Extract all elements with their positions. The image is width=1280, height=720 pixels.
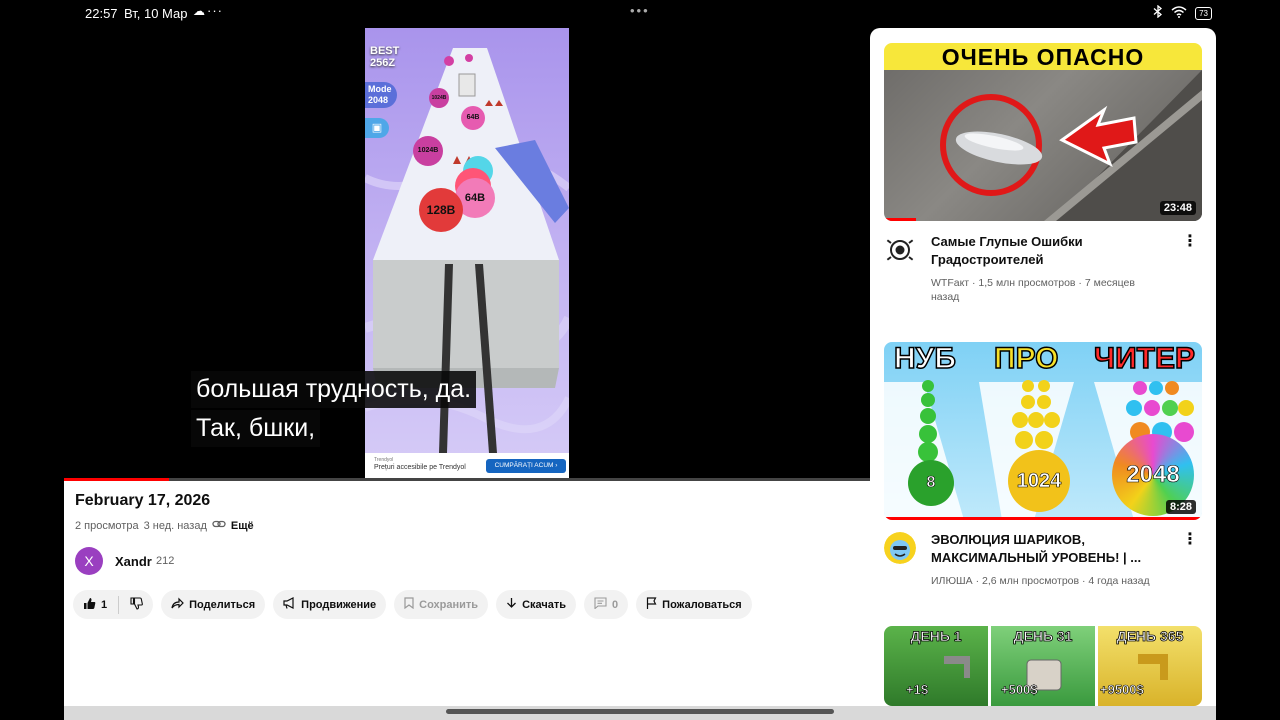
- video-player[interactable]: BEST 256Z Mode 2048 ▣ 1024B 64B 1024B 64…: [64, 28, 870, 480]
- promote-label: Продвижение: [301, 598, 377, 611]
- report-label: Пожаловаться: [662, 598, 742, 611]
- ad-text: Prețuri accesibile pe Trendyol: [374, 464, 466, 471]
- share-icon: [171, 597, 184, 612]
- thumbnail-ball: 8: [908, 460, 954, 506]
- bluetooth-icon: [1153, 4, 1163, 21]
- more-vert-icon[interactable]: ⋮: [1182, 532, 1198, 548]
- mode-badge: Mode 2048: [365, 82, 397, 108]
- channel-avatar[interactable]: X: [75, 547, 103, 575]
- ad-brand: Trendyol: [374, 457, 394, 463]
- link-icon: [212, 519, 226, 532]
- battery-icon: 73: [1195, 6, 1212, 20]
- dislike-icon[interactable]: [130, 596, 144, 613]
- recommended-title[interactable]: ЭВОЛЮЦИЯ ШАРИКОВ, МАКСИМАЛЬНЫЙ УРОВЕНЬ! …: [931, 531, 1156, 567]
- recommended-video[interactable]: НУБ ПРО ЧИТЕР 8 1024 2048 8:28 ЭВОЛЮЦИЯ …: [884, 342, 1202, 602]
- home-indicator[interactable]: [446, 709, 834, 714]
- video-thumbnail[interactable]: НУБ ПРО ЧИТЕР 8 1024 2048 8:28: [884, 342, 1202, 520]
- wifi-icon: [1171, 5, 1187, 21]
- game-ball: 128B: [419, 188, 463, 232]
- thumbnail-word: ЧИТЕР: [1093, 342, 1196, 376]
- thumbnail-panel: ДЕНЬ 365 +9500$: [1098, 626, 1202, 706]
- view-count: 2 просмотра: [75, 519, 139, 532]
- cloud-icon: ☁: [193, 4, 205, 18]
- video-details: February 17, 2026 2 просмотра 3 нед. наз…: [64, 481, 870, 706]
- recommended-meta: ИЛЮША · 2,6 млн просмотров · 4 года наза…: [931, 575, 1150, 587]
- status-bar: 22:57 Вт, 10 Мар ☁ ··· ••• 73: [0, 0, 1280, 28]
- action-bar: 1 Поделиться Продвижение Сохранить Скача…: [73, 590, 752, 619]
- like-dislike-group: 1: [73, 590, 154, 619]
- more-vert-icon[interactable]: ⋮: [1182, 234, 1198, 250]
- video-thumbnail[interactable]: ДЕНЬ 1 +1$ ДЕНЬ 31 +500$ ДЕНЬ 365 +9500$: [884, 626, 1202, 706]
- video-title: February 17, 2026: [75, 492, 211, 509]
- recommended-video[interactable]: ОЧЕНЬ ОПАСНО 23:48 Самые Глупые Ошибки Г…: [884, 43, 1202, 313]
- report-button[interactable]: Пожаловаться: [636, 590, 752, 619]
- divider: [118, 595, 120, 614]
- notification-more-icon: ···: [207, 3, 223, 18]
- thumbnail-image: [884, 70, 1202, 221]
- comment-icon: [594, 597, 607, 612]
- thumbnail-panel: ДЕНЬ 31 +500$: [991, 626, 1095, 706]
- thumbnail-word: НУБ: [893, 342, 956, 376]
- upload-age: 3 нед. назад: [143, 519, 207, 532]
- ad-cta-button[interactable]: CUMPĂRAȚI ACUM ›: [486, 459, 566, 473]
- comment-count: 0: [612, 598, 619, 611]
- like-count[interactable]: 1: [101, 599, 107, 611]
- thumbnail-value: +500$: [1001, 682, 1038, 698]
- watched-progress: [884, 517, 1202, 520]
- channel-avatar[interactable]: [884, 234, 916, 266]
- download-label: Скачать: [522, 598, 567, 611]
- game-ball: 1024B: [429, 88, 449, 108]
- recommended-video[interactable]: ДЕНЬ 1 +1$ ДЕНЬ 31 +500$ ДЕНЬ 365 +9500$: [884, 626, 1202, 706]
- flag-icon: [646, 597, 657, 612]
- recommended-meta: WTFакт · 1,5 млн просмотров · 7 месяцев …: [931, 277, 1135, 303]
- multitask-handle[interactable]: •••: [630, 3, 650, 18]
- game-ball: [465, 54, 473, 62]
- channel-name[interactable]: Xandr: [115, 554, 152, 569]
- thumbnail-word: ПРО: [993, 342, 1059, 376]
- thumbnail-caption: ОЧЕНЬ ОПАСНО: [884, 43, 1202, 70]
- megaphone-icon: [283, 597, 296, 612]
- recommended-title[interactable]: Самые Глупые Ошибки Градостроителей: [931, 233, 1156, 269]
- promote-button[interactable]: Продвижение: [273, 590, 387, 619]
- save-button[interactable]: Сохранить: [394, 590, 489, 619]
- game-ball: 1024B: [413, 136, 443, 166]
- subtitles: большая трудность, да. Так, бшки,: [191, 371, 477, 449]
- thumbnail-value: +1$: [906, 682, 929, 698]
- video-duration: 23:48: [1159, 201, 1196, 215]
- share-button[interactable]: Поделиться: [161, 590, 266, 619]
- description-more-link[interactable]: Ещё: [231, 520, 254, 532]
- watched-progress: [884, 218, 916, 221]
- date: Вт, 10 Мар: [124, 6, 188, 21]
- like-icon[interactable]: [83, 597, 96, 613]
- game-ball: 64B: [461, 106, 485, 130]
- video-duration: 8:28: [1165, 500, 1196, 514]
- download-button[interactable]: Скачать: [496, 590, 577, 619]
- bookmark-icon: [404, 597, 414, 612]
- game-ball: [444, 56, 454, 66]
- clock: 22:57: [85, 6, 118, 21]
- best-score: BEST 256Z: [370, 45, 400, 69]
- in-game-ad[interactable]: Trendyol Prețuri accesibile pe Trendyol …: [365, 453, 569, 480]
- share-label: Поделиться: [189, 598, 256, 611]
- video-stats[interactable]: 2 просмотра 3 нед. назад Ещё: [75, 519, 254, 532]
- thumbnail-panel: ДЕНЬ 1 +1$: [884, 626, 988, 706]
- subtitle-line: Так, бшки,: [191, 410, 321, 447]
- recommendations-panel: ОЧЕНЬ ОПАСНО 23:48 Самые Глупые Ошибки Г…: [870, 28, 1216, 706]
- subtitle-line: большая трудность, да.: [191, 371, 477, 408]
- channel-avatar[interactable]: [884, 532, 916, 564]
- thumbnail-ball: 1024: [1008, 450, 1070, 512]
- save-label: Сохранить: [419, 598, 479, 611]
- video-thumbnail[interactable]: ОЧЕНЬ ОПАСНО 23:48: [884, 43, 1202, 221]
- system-icons: 73: [1153, 4, 1212, 21]
- download-icon: [506, 597, 517, 612]
- thumbnail-value: +9500$: [1100, 682, 1144, 698]
- subscriber-count: 212: [156, 555, 175, 567]
- comments-button[interactable]: 0: [584, 590, 629, 619]
- camera-icon: ▣: [365, 118, 389, 138]
